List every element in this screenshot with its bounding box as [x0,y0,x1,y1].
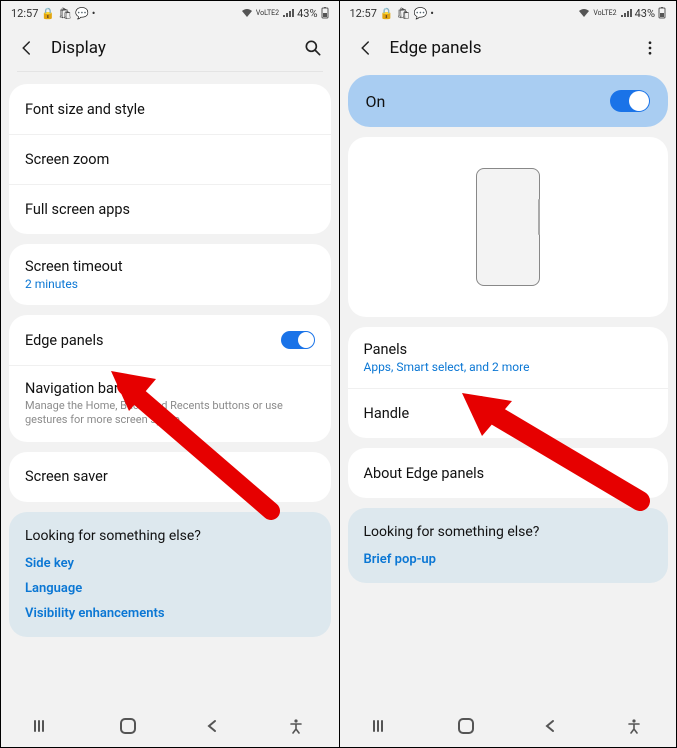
label: Navigation bar [25,380,315,397]
row-about-edge-panels[interactable]: About Edge panels [348,448,669,498]
card-display-1: Font size and style Screen zoom Full scr… [9,84,331,234]
card-panels-handle: Panels Apps, Smart select, and 2 more Ha… [348,327,669,438]
row-navigation-bar[interactable]: Navigation bar Manage the Home, Back, an… [9,365,331,442]
accessibility-button[interactable] [621,713,647,739]
label: Screen zoom [25,151,315,168]
lock-icon: 🔒 [380,7,394,20]
signal-icon [620,8,632,18]
bag-icon: 🛍 [397,7,411,20]
phone-preview-icon [476,168,540,286]
label: Edge panels [25,332,281,349]
battery-icon [658,7,666,19]
back-button[interactable] [15,36,39,60]
master-toggle-row[interactable]: On [348,75,669,127]
label: Screen saver [25,468,315,485]
row-full-screen-apps[interactable]: Full screen apps [9,184,331,234]
screen-edge-panels: 12:57 🔒 🛍 💬 • VoLTE2 43% Edge panels [339,1,677,747]
header: Edge panels [340,25,677,71]
link-brief-popup[interactable]: Brief pop-up [364,552,653,567]
back-button[interactable] [354,36,378,60]
bag-icon: 🛍 [58,7,72,20]
master-toggle-label: On [366,92,386,111]
dot-icon: • [430,7,434,20]
card-looking-else: Looking for something else? Side key Lan… [9,512,331,637]
message-icon: 💬 [75,7,89,20]
home-button[interactable] [115,713,141,739]
row-font-size-style[interactable]: Font size and style [9,84,331,134]
signal-icon [282,8,294,18]
lock-icon: 🔒 [41,7,55,20]
search-button[interactable] [301,36,325,60]
divider [17,71,323,72]
row-panels[interactable]: Panels Apps, Smart select, and 2 more [348,327,669,388]
back-nav-button[interactable] [537,713,563,739]
content: Font size and style Screen zoom Full scr… [1,74,339,705]
more-button[interactable] [638,36,662,60]
accessibility-button[interactable] [283,713,309,739]
status-battery: 43% [635,7,655,20]
battery-icon [321,7,329,19]
label: Handle [364,405,653,422]
looking-title: Looking for something else? [25,528,315,544]
status-bar: 12:57 🔒 🛍 💬 • VoLTE2 43% [1,1,339,25]
home-button[interactable] [453,713,479,739]
label: Screen timeout [25,258,315,275]
status-net: VoLTE2 [256,10,279,17]
edge-panels-toggle[interactable] [281,331,315,349]
link-language[interactable]: Language [25,581,315,596]
row-edge-panels[interactable]: Edge panels [9,315,331,365]
status-time: 12:57 [350,7,377,20]
recents-button[interactable] [369,713,395,739]
recents-button[interactable] [30,713,56,739]
card-looking-else: Looking for something else? Brief pop-up [348,508,669,583]
link-visibility-enhancements[interactable]: Visibility enhancements [25,606,315,621]
system-navbar [1,705,339,747]
status-battery: 43% [297,7,317,20]
header: Display [1,25,339,71]
page-title: Display [51,38,301,58]
label: Panels [364,341,653,358]
row-screen-saver[interactable]: Screen saver [9,452,331,502]
looking-title: Looking for something else? [364,524,653,540]
screen-display-settings: 12:57 🔒 🛍 💬 • VoLTE2 43% Display [1,1,339,747]
row-handle[interactable]: Handle [348,388,669,438]
back-nav-button[interactable] [199,713,225,739]
preview-card [348,137,669,317]
system-navbar [340,705,677,747]
card-saver: Screen saver [9,452,331,502]
wifi-icon [241,8,253,18]
sublabel: Apps, Smart select, and 2 more [364,360,653,374]
sublabel: 2 minutes [25,277,315,291]
row-screen-zoom[interactable]: Screen zoom [9,134,331,184]
status-bar: 12:57 🔒 🛍 💬 • VoLTE2 43% [340,1,677,25]
status-time: 12:57 [11,7,38,20]
link-side-key[interactable]: Side key [25,556,315,571]
message-icon: 💬 [414,7,428,20]
card-timeout: Screen timeout 2 minutes [9,244,331,305]
card-edge-nav: Edge panels Navigation bar Manage the Ho… [9,315,331,442]
dot-icon: • [92,7,96,20]
wifi-icon [578,8,590,18]
card-about: About Edge panels [348,448,669,498]
status-net: VoLTE2 [593,10,616,17]
label: About Edge panels [364,465,653,482]
label: Font size and style [25,101,315,118]
content: Panels Apps, Smart select, and 2 more Ha… [340,317,677,705]
sublabel: Manage the Home, Back, and Recents butto… [25,399,315,428]
page-title: Edge panels [390,38,639,58]
master-toggle-switch[interactable] [610,90,650,112]
row-screen-timeout[interactable]: Screen timeout 2 minutes [9,244,331,305]
label: Full screen apps [25,201,315,218]
